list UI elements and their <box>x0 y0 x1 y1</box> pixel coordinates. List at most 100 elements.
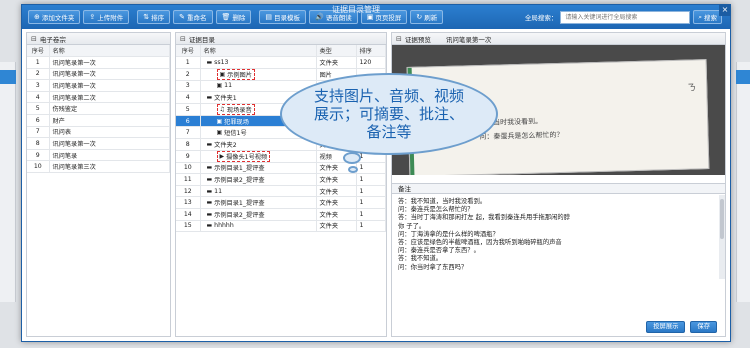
tree-node: ▣ 11 <box>216 82 233 90</box>
tree-node: ▬ ss13 <box>206 58 229 66</box>
case-file-row[interactable]: 1 讯问笔录第一次 <box>27 56 170 69</box>
note-line: 问：秦连兵是否拿了东西？。 <box>398 247 480 255</box>
tree-node: ♫ 现场录音 <box>216 103 255 115</box>
preview-header: ⊟ 证据预览 讯问笔录第一次 <box>392 33 725 45</box>
notes-scrollbar[interactable] <box>719 195 725 279</box>
tree-node: ▣ 犯罪现场 <box>216 117 249 126</box>
folder-icon: ▬ <box>206 222 213 230</box>
evidence-row[interactable]: 14 ▬ 示例目录2_提评查 文件夹 1 <box>176 208 386 221</box>
folder-icon: ▬ <box>206 199 213 207</box>
row-name: 讯问笔录 <box>49 149 170 162</box>
column-header: 排序 <box>356 45 386 58</box>
audio-icon: ♫ <box>219 105 225 113</box>
trash-icon: 🗑 <box>221 13 231 21</box>
row-number: 13 <box>176 196 201 210</box>
tree-node: ▬ hhhhh <box>206 222 234 230</box>
row-number: 9 <box>27 149 50 162</box>
case-file-row[interactable]: 2 讯问笔录第一次 <box>27 68 170 81</box>
case-file-row[interactable]: 10 讯问笔录第三次 <box>27 160 170 174</box>
background-left-sidebar <box>0 62 16 302</box>
search-input[interactable] <box>560 10 691 24</box>
row-number: 1 <box>27 56 50 69</box>
row-number: 14 <box>176 208 201 221</box>
refresh-icon: ↻ <box>416 13 423 21</box>
case-file-row[interactable]: 6 财产 <box>27 114 170 127</box>
row-name: 讯问笔录第一次 <box>49 56 170 69</box>
row-number: 4 <box>176 91 201 104</box>
collapse-icon[interactable]: ⊟ <box>31 35 37 43</box>
handwriting-mark: ㄋ <box>687 83 697 94</box>
sort-button[interactable]: ⇅ 排序 <box>137 10 171 24</box>
row-name: 讯问表 <box>49 126 170 139</box>
evidence-row[interactable]: 13 ▬ 示例目录1_提评查 文件夹 1 <box>176 196 386 210</box>
window-title: 证据目录管理 <box>332 5 380 14</box>
row-order: 1 <box>356 208 386 221</box>
row-type: 文件夹 <box>316 220 357 233</box>
callout-tail <box>348 166 358 173</box>
evidence-row[interactable]: 12 ▬ 11 文件夹 1 <box>176 185 386 198</box>
image-icon: ▣ <box>216 129 223 137</box>
row-order: 1 <box>356 220 386 233</box>
sort-icon: ⇅ <box>143 13 150 21</box>
notes-title: 备注 <box>392 183 725 194</box>
column-header: 名称 <box>49 45 170 58</box>
column-header: 序号 <box>176 45 201 58</box>
save-button[interactable]: 保存 <box>690 321 717 333</box>
folder-icon: ▬ <box>206 187 213 195</box>
column-header: 类型 <box>316 45 357 58</box>
template-button[interactable]: ▤ 目录模板 <box>259 10 307 24</box>
search-button[interactable]: ⌕ 搜索 <box>693 10 722 24</box>
tree-node: ▬ 示例目录1_提评查 <box>206 164 265 173</box>
note-line: 答：当时丁海涛和那闲打左 起，我看到秦连兵用手拖那闲的脖 <box>398 214 571 222</box>
feature-callout: 支持图片、音频、视频展示；可摘要、批注、备注等 <box>280 73 498 155</box>
global-search: 全局搜索： ⌕搜索 <box>525 10 722 24</box>
row-name: 讯问笔录第二次 <box>49 91 170 104</box>
tree-node: ▶ 摄像头1号视频 <box>216 150 271 162</box>
case-file-row[interactable]: 9 讯问笔录 <box>27 149 170 162</box>
case-file-row[interactable]: 8 讯问笔录第一次 <box>27 137 170 150</box>
evidence-row[interactable]: 15 ▬ hhhhh 文件夹 1 <box>176 220 386 233</box>
row-name: 财产 <box>49 114 170 127</box>
row-order: 1 <box>356 185 386 198</box>
tree-node: ▬ 示例目录2_提评查 <box>206 210 265 219</box>
evidence-dialog: 证据目录管理 ⊕ 添加文件夹 ⇪ 上传附件 ⇅ 排序 ✎ 重命名 🗑 删除 ▤ 目录模板 🔊… <box>21 4 731 342</box>
notes-textarea[interactable]: 答：我不知道，当时我没看到。 问：秦连兵是怎么帮忙的？ 答：当时丁海涛和那闲打左 起… <box>392 195 719 279</box>
evidence-row[interactable]: 1 ▬ ss13 文件夹 120 <box>176 56 386 69</box>
row-number: 10 <box>176 162 201 175</box>
note-line: 答：我不知道。 <box>398 255 443 263</box>
case-file-row[interactable]: 4 讯问笔录第二次 <box>27 91 170 104</box>
row-type: 文件夹 <box>316 196 357 210</box>
rename-button[interactable]: ✎ 重命名 <box>173 10 213 24</box>
folder-icon: ▬ <box>206 210 213 218</box>
tree-node: ▣ 短信1号 <box>216 129 247 138</box>
case-file-row[interactable]: 5 伤残鉴定 <box>27 102 170 116</box>
image-icon: ▣ <box>216 82 223 90</box>
upload-button[interactable]: ⇪ 上传附件 <box>83 10 130 24</box>
row-type: 文件夹 <box>316 56 357 69</box>
case-file-row[interactable]: 3 讯问笔录第一次 <box>27 79 170 92</box>
collapse-icon[interactable]: ⊟ <box>396 35 402 43</box>
row-number: 5 <box>27 102 50 116</box>
upload-icon: ⇪ <box>89 13 96 21</box>
tree-node: ▬ 文件夹1 <box>206 94 237 103</box>
close-icon[interactable]: × <box>719 4 731 16</box>
evidence-row[interactable]: 11 ▬ 示例目录2_提评查 文件夹 1 <box>176 173 386 186</box>
tree-node: ▬ 示例目录2_提评查 <box>206 176 265 185</box>
row-name: 讯问笔录第一次 <box>49 137 170 150</box>
collapse-icon[interactable]: ⊟ <box>180 35 186 43</box>
dialog-toolbar: 证据目录管理 ⊕ 添加文件夹 ⇪ 上传附件 ⇅ 排序 ✎ 重命名 🗑 删除 ▤ 目录模板 🔊… <box>22 4 731 29</box>
add-folder-button[interactable]: ⊕ 添加文件夹 <box>28 10 81 24</box>
folder-icon: ▬ <box>206 140 213 148</box>
row-name: 伤残鉴定 <box>49 102 170 116</box>
column-header: 序号 <box>27 45 50 58</box>
case-file-row[interactable]: 7 讯问表 <box>27 126 170 139</box>
row-number: 12 <box>176 185 201 198</box>
row-number: 8 <box>176 138 201 151</box>
refresh-button[interactable]: ↻ 刷新 <box>410 10 444 24</box>
case-file-panel: ⊟ 电子卷宗 序号 名称 1 讯问笔录第一次 2 讯问笔录第一次 3 讯问笔录第一次 4 讯问笔… <box>26 32 171 337</box>
projection-button[interactable]: 投屏展示 <box>646 321 686 333</box>
row-number: 7 <box>27 126 50 139</box>
delete-button[interactable]: 🗑 删除 <box>215 10 252 24</box>
row-number: 1 <box>176 56 201 69</box>
search-icon: ⌕ <box>698 12 702 21</box>
